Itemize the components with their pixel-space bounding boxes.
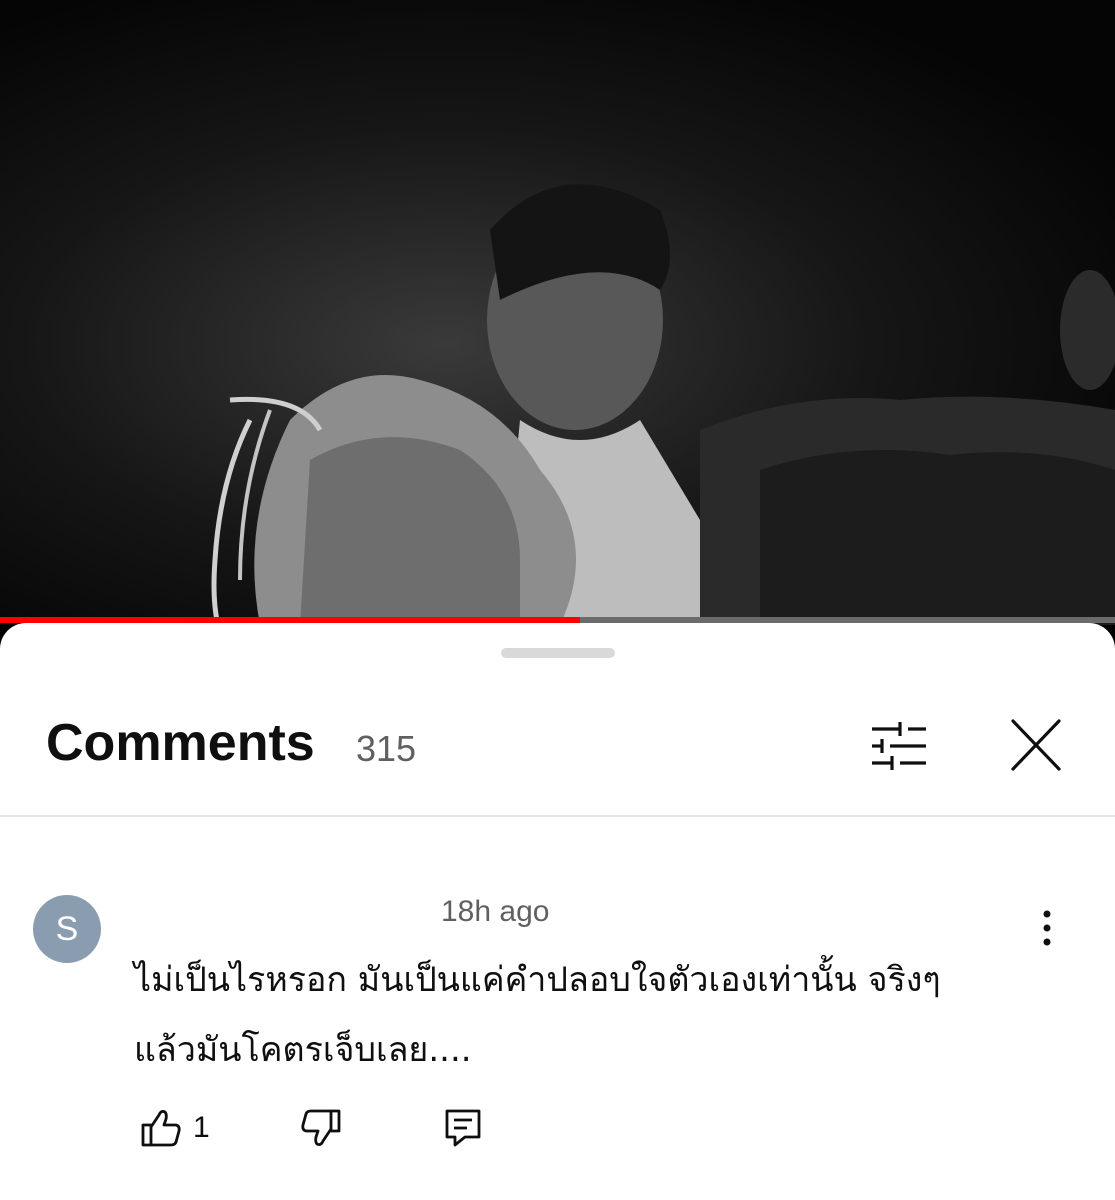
avatar[interactable]: S <box>33 895 101 963</box>
comment-text-line: แล้วมันโคตรเจ็บเลย.... <box>134 1030 472 1070</box>
drag-handle[interactable] <box>501 648 615 658</box>
header-divider <box>0 815 1115 817</box>
video-frame <box>211 184 1115 625</box>
comments-count: 315 <box>356 728 417 769</box>
thumbs-up-icon[interactable] <box>140 1107 182 1149</box>
like-count: 1 <box>193 1111 210 1144</box>
close-icon[interactable] <box>1005 719 1067 773</box>
comment-text-line: ไม่เป็นไรหรอก มันเป็นแค่คำปลอบใจตัวเองเท… <box>134 960 941 1000</box>
reply-icon[interactable] <box>443 1107 483 1149</box>
comment-text: ไม่เป็นไรหรอก มันเป็นแค่คำปลอบใจตัวเองเท… <box>134 945 1064 1085</box>
thumbs-down-icon[interactable] <box>300 1107 342 1149</box>
comments-sheet: Comments 315 S 18h ago ไม่เป็นไรหรอก มัน… <box>0 623 1115 1200</box>
comments-title: Comments <box>46 714 315 772</box>
comment-timestamp: 18h ago <box>441 895 550 928</box>
more-vertical-icon[interactable] <box>1030 906 1064 950</box>
video-player[interactable] <box>0 0 1115 625</box>
sliders-icon[interactable] <box>868 719 930 773</box>
